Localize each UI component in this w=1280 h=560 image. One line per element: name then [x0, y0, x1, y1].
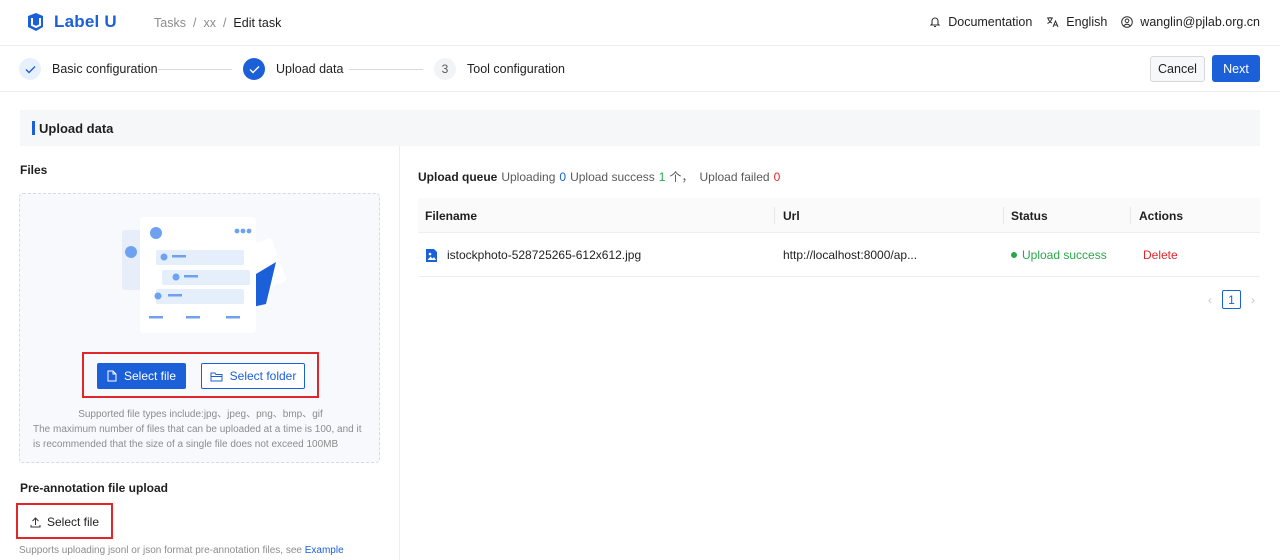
column-separator [1130, 207, 1131, 224]
filename-cell: istockphoto-528725265-612x612.jpg [418, 233, 641, 277]
upload-limit-hint: The maximum number of files that can be … [33, 424, 362, 450]
failed-label: Upload failed [699, 169, 770, 184]
documentation-link[interactable]: Documentation [929, 15, 1032, 29]
translate-icon [1047, 17, 1059, 28]
upload-icon [30, 516, 41, 527]
column-url: Url [783, 208, 800, 223]
checkmark-icon [19, 58, 41, 80]
table-row: istockphoto-528725265-612x612.jpg http:/… [418, 233, 1260, 277]
breadcrumb-task-name[interactable]: xx [203, 16, 216, 30]
folder-icon [210, 372, 223, 381]
url-cell: http://localhost:8000/ap... [783, 248, 918, 262]
delete-button[interactable]: Delete [1143, 248, 1178, 262]
success-count: 1 [658, 169, 666, 184]
top-header: Label U Tasks / xx / Edit task Documenta… [0, 0, 1280, 46]
uploading-count: 0 [559, 169, 567, 184]
status-text: Upload success [1022, 248, 1107, 262]
success-label: Upload success [570, 169, 655, 184]
breadcrumb-separator: / [222, 16, 227, 30]
failed-count: 0 [773, 169, 781, 184]
prev-page-icon[interactable]: ‹ [1204, 293, 1216, 307]
pre-annotation-hint: Supports uploading jsonl or json format … [19, 545, 344, 556]
checkmark-icon [243, 58, 265, 80]
next-page-icon[interactable]: › [1247, 293, 1259, 307]
step-label: Basic configuration [52, 62, 158, 76]
page-1[interactable]: 1 [1222, 290, 1241, 309]
breadcrumb: Tasks / xx / Edit task [154, 16, 281, 30]
header-actions: Documentation English wanglin@pjlab.org.… [915, 15, 1260, 29]
breadcrumb-separator: / [192, 16, 197, 30]
column-separator [774, 207, 775, 224]
pagination: ‹ 1 › [1204, 290, 1259, 309]
example-link[interactable]: Example [305, 545, 344, 556]
upload-queue-summary: Upload queue Uploading 0 Upload success … [418, 168, 784, 185]
user-email: wanglin@pjlab.org.cn [1140, 15, 1260, 29]
step-label: Tool configuration [467, 62, 565, 76]
status-badge: Upload success [1011, 248, 1107, 262]
language-switcher[interactable]: English [1046, 15, 1107, 29]
select-buttons-highlight: Select file Select folder [82, 352, 319, 398]
step-connector [349, 69, 423, 70]
label-u-logo-icon [28, 13, 43, 31]
success-suffix: 个， [669, 170, 694, 184]
file-icon [107, 370, 117, 382]
file-dropzone[interactable]: Select file Select folder Supported file… [19, 193, 380, 463]
column-status: Status [1011, 208, 1048, 223]
pre-annotation-select-file-button[interactable]: Select file [23, 510, 106, 534]
queue-title: Upload queue [418, 169, 498, 184]
actions-cell: Delete [1136, 233, 1178, 277]
step-connector [158, 69, 232, 70]
column-actions: Actions [1139, 208, 1184, 223]
status-cell: Upload success [1004, 233, 1107, 277]
app-logo[interactable]: Label U [24, 11, 117, 33]
cancel-button[interactable]: Cancel [1150, 56, 1205, 82]
step-tool-configuration[interactable]: 3 Tool configuration [434, 58, 565, 80]
language-label: English [1066, 15, 1108, 29]
upload-illustration-icon [122, 217, 286, 333]
select-folder-label: Select folder [229, 369, 297, 383]
section-accent-bar [32, 121, 35, 135]
image-file-icon [426, 248, 437, 262]
pre-annotation-highlight: Select file [16, 503, 113, 539]
user-menu[interactable]: wanglin@pjlab.org.cn [1121, 15, 1260, 29]
bell-icon [929, 17, 941, 28]
pre-annotation-label: Pre-annotation file upload [20, 481, 169, 495]
uploading-label: Uploading [501, 169, 556, 184]
panel-divider [399, 146, 400, 560]
next-button[interactable]: Next [1212, 55, 1260, 82]
supported-types-hint: Supported file types include:jpg、jpeg、pn… [78, 409, 323, 420]
breadcrumb-current: Edit task [233, 16, 282, 30]
section-header: Upload data [20, 110, 1260, 146]
user-icon [1121, 16, 1134, 28]
steps-bar: Basic configuration Upload data 3 Tool c… [0, 46, 1280, 92]
step-number: 3 [434, 58, 456, 80]
breadcrumb-tasks[interactable]: Tasks [154, 16, 186, 30]
select-file-button[interactable]: Select file [97, 363, 186, 389]
filename-text: istockphoto-528725265-612x612.jpg [447, 248, 642, 262]
table-header: Filename Url Status Actions [418, 198, 1260, 233]
select-file-label: Select file [123, 369, 177, 383]
files-label: Files [20, 163, 48, 177]
step-label: Upload data [276, 62, 344, 76]
status-dot-icon [1011, 252, 1017, 258]
step-upload-data[interactable]: Upload data [243, 58, 343, 80]
pre-annotation-hint-text: Supports uploading jsonl or json format … [19, 545, 302, 556]
documentation-label: Documentation [948, 15, 1033, 29]
select-folder-button[interactable]: Select folder [201, 363, 305, 389]
pre-annotation-select-file-label: Select file [46, 515, 100, 529]
app-name: Label U [54, 12, 117, 31]
upload-table: Filename Url Status Actions istockphoto-… [418, 198, 1260, 277]
column-filename: Filename [425, 208, 478, 223]
section-title: Upload data [39, 120, 114, 136]
step-basic-configuration[interactable]: Basic configuration [19, 58, 158, 80]
